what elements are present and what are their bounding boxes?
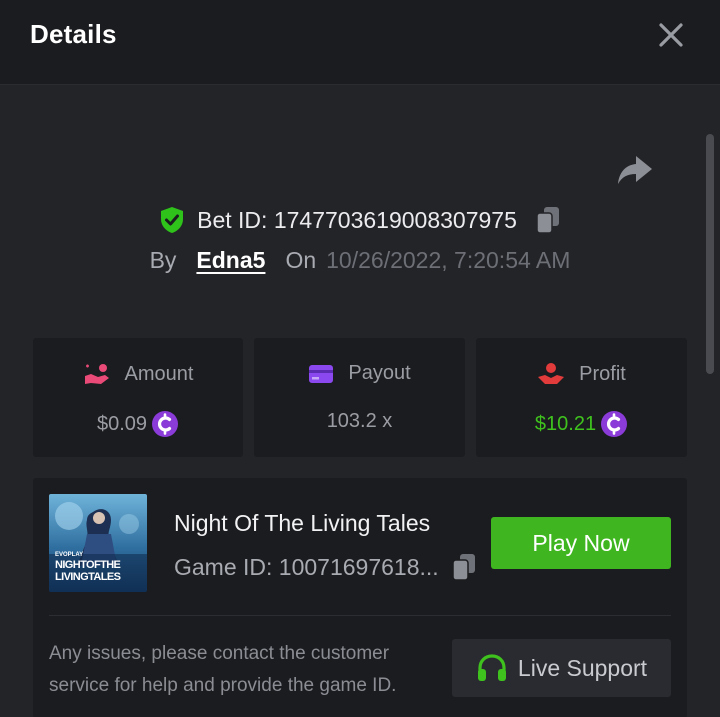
on-label: On <box>285 247 317 273</box>
profit-value: $10.21 <box>534 412 597 435</box>
coin-icon <box>601 411 628 437</box>
share-button[interactable] <box>616 153 654 187</box>
modal-title: Details <box>30 19 117 49</box>
payout-header: Payout <box>254 362 465 385</box>
username-link[interactable]: Edna5 <box>196 247 265 274</box>
divider <box>49 615 671 616</box>
payout-card: Payout 103.2 x <box>254 338 465 457</box>
game-name[interactable]: Night Of The Living Tales <box>174 510 430 537</box>
close-button[interactable] <box>656 20 686 50</box>
headset-icon <box>477 654 506 681</box>
payout-value: 103.2 x <box>326 410 393 432</box>
profit-card: Profit $10.21 <box>476 338 687 457</box>
game-id: Game ID: 10071697618... <box>174 553 439 580</box>
thumb-brand: EVOPLAY <box>55 552 84 558</box>
amount-label: Amount <box>124 362 194 385</box>
bet-id: Bet ID: 1747703619008307975 <box>197 206 517 233</box>
details-modal: Details Bet ID: 1747703619008307975 By E… <box>0 0 720 717</box>
coin-icon <box>152 411 179 437</box>
thumb-title-line2: LIVINGTALES <box>55 571 121 583</box>
bet-datetime: 10/26/2022, 7:20:54 AM <box>326 247 571 273</box>
amount-card: Amount $0.09 <box>33 338 243 457</box>
share-icon <box>618 156 652 184</box>
game-panel: EVOPLAY NIGHTOFTHE LIVINGTALES Night Of … <box>33 478 687 717</box>
bet-id-row: Bet ID: 1747703619008307975 <box>0 203 720 237</box>
profit-label: Profit <box>579 362 626 385</box>
copy-bet-id-icon[interactable] <box>535 206 561 234</box>
payout-value-row: 103.2 x <box>254 410 465 433</box>
play-now-button[interactable]: Play Now <box>491 517 671 569</box>
live-support-button[interactable]: Live Support <box>452 639 671 697</box>
hand-heart-icon <box>538 363 565 384</box>
profit-value-row: $10.21 <box>476 410 687 438</box>
thumb-title-line1: NIGHTOFTHE <box>55 559 121 571</box>
amount-value: $0.09 <box>96 412 148 435</box>
modal-header: Details <box>0 0 720 85</box>
hand-coin-icon <box>84 364 109 384</box>
support-message: Any issues, please contact the customer … <box>49 643 397 696</box>
profit-header: Profit <box>476 362 687 386</box>
amount-value-row: $0.09 <box>33 410 243 438</box>
copy-game-id-icon[interactable] <box>451 553 477 581</box>
live-support-label: Live Support <box>517 654 648 681</box>
bet-meta-row: By Edna5 On 10/26/2022, 7:20:54 AM <box>0 247 720 279</box>
amount-header: Amount <box>33 362 243 386</box>
payout-label: Payout <box>348 362 411 384</box>
by-label: By <box>149 247 177 273</box>
close-icon <box>659 23 683 47</box>
game-thumbnail[interactable]: EVOPLAY NIGHTOFTHE LIVINGTALES <box>49 494 147 592</box>
game-id-row: Game ID: 10071697618... <box>174 553 477 581</box>
card-icon <box>309 364 334 383</box>
verified-shield-icon <box>161 207 184 233</box>
